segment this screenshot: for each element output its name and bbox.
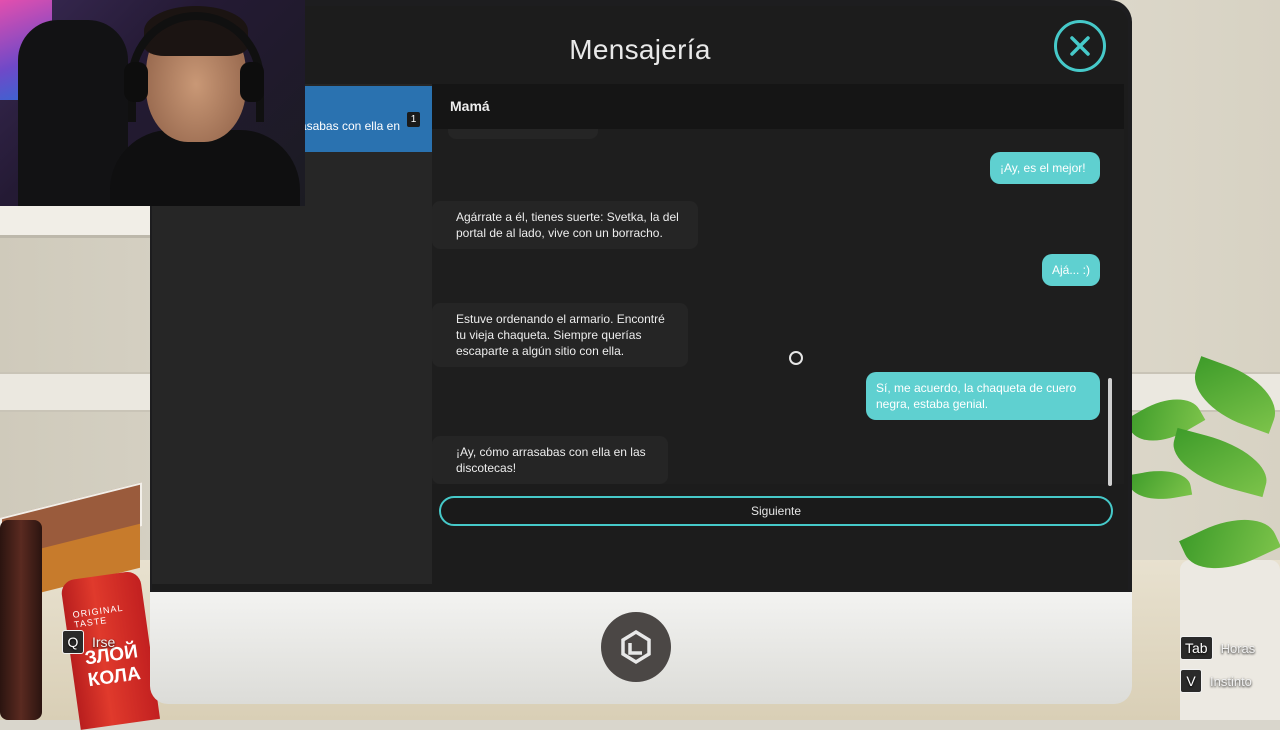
hint-instinct-label: Instinto xyxy=(1210,673,1252,689)
chat-scrollbar[interactable] xyxy=(1108,378,1112,486)
hint-instinct[interactable]: V Instinto xyxy=(1180,669,1252,693)
chat-contact-name: Mamá xyxy=(450,98,490,114)
can-top-text: ORIGINAL TASTE xyxy=(72,602,124,630)
webcam-overlay xyxy=(0,0,305,206)
headset-earcup-right xyxy=(240,62,264,102)
key-tab: Tab xyxy=(1180,636,1213,660)
chat-header: Mamá xyxy=(432,84,1124,129)
message-out: ¡Ay, es el mejor! xyxy=(990,152,1100,184)
hint-hours[interactable]: Tab Horas xyxy=(1180,636,1255,660)
hint-hours-label: Horas xyxy=(1220,640,1256,656)
contact-preview-text: rrasabas con ella en xyxy=(304,119,400,133)
message-text: Estuve ordenando el armario. Encontré tu… xyxy=(456,312,665,358)
headset-earcup-left xyxy=(124,62,148,102)
next-button[interactable]: Siguiente xyxy=(439,496,1113,526)
hint-leave-label: Irse xyxy=(92,634,116,650)
message-partial xyxy=(448,129,598,139)
close-button[interactable] xyxy=(1054,20,1106,72)
message-out: Ajá... :) xyxy=(1042,254,1100,286)
contact-item-mama[interactable]: rrasabas con ella en 1 xyxy=(304,86,432,152)
message-text: Sí, me acuerdo, la chaqueta de cuero neg… xyxy=(876,381,1077,411)
plant xyxy=(1124,356,1280,590)
chat-messages[interactable]: ¡Ay, es el mejor! Agárrate a él, tienes … xyxy=(432,129,1124,484)
unread-badge: 1 xyxy=(407,112,420,127)
message-text: Agárrate a él, tienes suerte: Svetka, la… xyxy=(456,210,679,240)
message-text: Ajá... :) xyxy=(1052,263,1091,277)
cursor-ring-icon xyxy=(789,351,803,365)
message-in: ¡Ay, cómo arrasabas con ella en las disc… xyxy=(432,436,668,484)
message-text: ¡Ay, es el mejor! xyxy=(1000,161,1086,175)
message-out: Sí, me acuerdo, la chaqueta de cuero neg… xyxy=(866,372,1100,420)
message-text: ¡Ay, cómo arrasabas con ella en las disc… xyxy=(456,445,646,475)
message-in: Estuve ordenando el armario. Encontré tu… xyxy=(432,303,688,367)
monitor-logo-icon xyxy=(601,612,671,682)
message-in: Agárrate a él, tienes suerte: Svetka, la… xyxy=(432,201,698,249)
wall-rail-left xyxy=(0,372,160,412)
wall-shelf xyxy=(0,205,150,238)
key-v: V xyxy=(1180,669,1202,693)
key-q: Q xyxy=(62,630,84,654)
close-x-icon xyxy=(1070,36,1090,56)
bottle xyxy=(0,520,42,720)
hint-leave[interactable]: Q Irse xyxy=(62,630,115,654)
